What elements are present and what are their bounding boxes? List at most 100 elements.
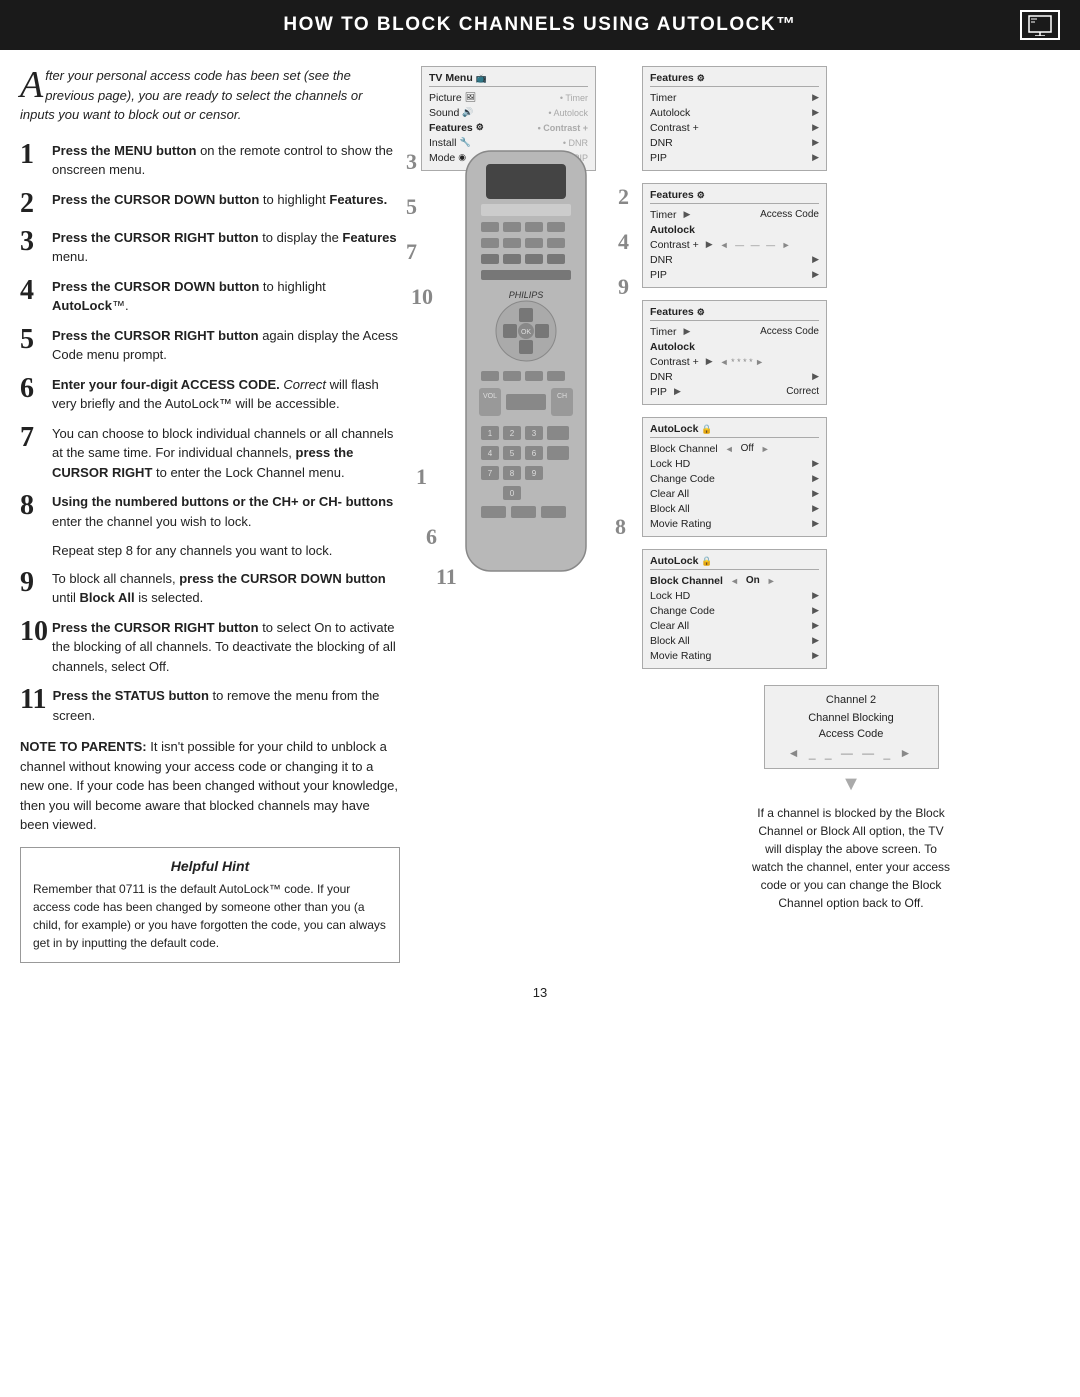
- step-text-8: Using the numbered buttons or the CH+ or…: [52, 492, 400, 531]
- clear-all-on: Clear All▶: [650, 618, 819, 633]
- features-screen-1: Features ⚙ Timer▶ Autolock▶ Contrast +▶ …: [642, 66, 1060, 171]
- step-overlay-5: 5: [406, 196, 417, 218]
- change-code-off: Change Code▶: [650, 471, 819, 486]
- svg-text:OK: OK: [521, 329, 531, 336]
- step-number-5: 5: [20, 326, 44, 354]
- tv-menu-title: TV Menu 📺: [429, 72, 588, 87]
- step-overlay-7: 7: [406, 241, 417, 263]
- step-2: 2 Press the CURSOR DOWN button to highli…: [20, 190, 400, 218]
- features-autolock-3: Autolock: [650, 339, 819, 354]
- change-code-on: Change Code▶: [650, 603, 819, 618]
- access-code-dots: ◄ _ _ — — _ ►: [777, 746, 926, 760]
- lock-hd-off: Lock HD▶: [650, 456, 819, 471]
- features-timer-2: Timer▶ Access Code: [650, 207, 819, 222]
- step-overlay-8: 8: [615, 516, 626, 538]
- step-4: 4 Press the CURSOR DOWN button to highli…: [20, 277, 400, 316]
- page-title: HOW TO BLOCK CHANNELS USING AUTOLOCK™: [60, 14, 1020, 36]
- autolock-on-box: AutoLock 🔒 Block Channel ◄ On ► Lock HD▶…: [642, 549, 827, 669]
- header-icon: [1020, 10, 1060, 40]
- step-6: 6 Enter your four-digit ACCESS CODE. Cor…: [20, 375, 400, 414]
- step-number-8: 8: [20, 492, 44, 520]
- step-8: 8 Using the numbered buttons or the CH+ …: [20, 492, 400, 531]
- svg-text:1: 1: [488, 429, 493, 438]
- svg-text:3: 3: [532, 429, 537, 438]
- features-screen-3: Features ⚙ Timer▶ Access Code Autolock C…: [642, 300, 1060, 405]
- step-overlay-2: 2: [618, 186, 629, 208]
- access-code-label: Access Code: [777, 728, 926, 740]
- step-number-1: 1: [20, 141, 44, 169]
- remote-control: PHILIPS OK: [451, 146, 601, 579]
- step-number-3: 3: [20, 228, 44, 256]
- page-header: HOW TO BLOCK CHANNELS USING AUTOLOCK™: [0, 0, 1080, 50]
- step-7: 7 You can choose to block individual cha…: [20, 424, 400, 483]
- drop-cap: A: [20, 66, 43, 104]
- step-10: 10 Press the CURSOR RIGHT button to sele…: [20, 618, 400, 677]
- svg-text:6: 6: [532, 449, 537, 458]
- features-box-3: Features ⚙ Timer▶ Access Code Autolock C…: [642, 300, 827, 405]
- features-contrast-1: Contrast +▶: [650, 120, 819, 135]
- right-column: Features ⚙ Timer▶ Autolock▶ Contrast +▶ …: [642, 66, 1060, 963]
- step-number-7: 7: [20, 424, 44, 452]
- step-overlay-11: 11: [436, 566, 457, 588]
- autolock-on-screen: AutoLock 🔒 Block Channel ◄ On ► Lock HD▶…: [642, 549, 1060, 669]
- step-9: 9 To block all channels, press the CURSO…: [20, 569, 400, 608]
- down-arrow: ▼: [841, 773, 861, 796]
- step-11: 11 Press the STATUS button to remove the…: [20, 686, 400, 725]
- svg-text:8: 8: [510, 469, 515, 478]
- left-column: A fter your personal access code has bee…: [20, 66, 400, 963]
- step-text-2: Press the CURSOR DOWN button to highligh…: [52, 190, 387, 210]
- step-number-2: 2: [20, 190, 44, 218]
- svg-text:7: 7: [488, 469, 493, 478]
- clear-all-off: Clear All▶: [650, 486, 819, 501]
- step-number-4: 4: [20, 277, 44, 305]
- features-contrast-2: Contrast +▶ ◄ — — — ►: [650, 237, 819, 252]
- features-pip-1: PIP▶: [650, 150, 819, 165]
- features-title-3: Features ⚙: [650, 306, 819, 321]
- block-all-on: Block All▶: [650, 633, 819, 648]
- step-text-9: To block all channels, press the CURSOR …: [52, 569, 400, 608]
- channel-blocking-area: Channel 2 Channel Blocking Access Code ◄…: [642, 685, 1060, 912]
- channel-2-label: Channel 2: [777, 694, 926, 706]
- steps-list: 1 Press the MENU button on the remote co…: [20, 141, 400, 726]
- step-overlay-6: 6: [426, 526, 437, 548]
- autolock-off-screen: AutoLock 🔒 Block Channel ◄ Off ► Lock HD…: [642, 417, 1060, 537]
- channel-block-screen: Channel 2 Channel Blocking Access Code ◄…: [764, 685, 939, 769]
- step-text-11: Press the STATUS button to remove the me…: [53, 686, 400, 725]
- repeat-note: Repeat step 8 for any channels you want …: [52, 541, 400, 561]
- svg-text:2: 2: [510, 429, 515, 438]
- features-timer-3: Timer▶ Access Code: [650, 324, 819, 339]
- caption-text: If a channel is blocked by the Block Cha…: [751, 804, 951, 912]
- step-text-7: You can choose to block individual chann…: [52, 424, 400, 483]
- svg-text:VOL: VOL: [483, 393, 497, 400]
- step-number-6: 6: [20, 375, 44, 403]
- step-5: 5 Press the CURSOR RIGHT button again di…: [20, 326, 400, 365]
- features-pip-3: PIP▶ Correct: [650, 384, 819, 399]
- step-text-5: Press the CURSOR RIGHT button again disp…: [52, 326, 400, 365]
- svg-text:4: 4: [488, 449, 493, 458]
- svg-text:PHILIPS: PHILIPS: [509, 290, 544, 300]
- block-all-off: Block All▶: [650, 501, 819, 516]
- step-text-4: Press the CURSOR DOWN button to highligh…: [52, 277, 400, 316]
- step-text-3: Press the CURSOR RIGHT button to display…: [52, 228, 400, 267]
- remote-column: TV Menu 📺 Picture 🖼 • Timer Sound 🔊 • Au…: [416, 66, 626, 963]
- autolock-off-box: AutoLock 🔒 Block Channel ◄ Off ► Lock HD…: [642, 417, 827, 537]
- block-channel-on: Block Channel ◄ On ►: [650, 573, 819, 588]
- svg-text:9: 9: [532, 469, 537, 478]
- features-box-1: Features ⚙ Timer▶ Autolock▶ Contrast +▶ …: [642, 66, 827, 171]
- step-number-10: 10: [20, 618, 44, 646]
- features-contrast-3: Contrast +▶ ◄ * * * * ►: [650, 354, 819, 369]
- movie-rating-on: Movie Rating▶: [650, 648, 819, 663]
- step-number-11: 11: [20, 686, 45, 714]
- channel-blocking-label: Channel Blocking: [777, 712, 926, 724]
- page-number: 13: [0, 977, 1080, 1008]
- step-text-6: Enter your four-digit ACCESS CODE. Corre…: [52, 375, 400, 414]
- menu-picture: Picture 🖼 • Timer: [429, 90, 588, 105]
- autolock-off-title: AutoLock 🔒: [650, 423, 819, 438]
- step-overlay-1: 1: [416, 466, 427, 488]
- note-to-parents: NOTE TO PARENTS: It isn't possible for y…: [20, 737, 400, 835]
- features-box-2: Features ⚙ Timer▶ Access Code Autolock C…: [642, 183, 827, 288]
- step-overlay-10: 10: [411, 286, 433, 308]
- lock-hd-on: Lock HD▶: [650, 588, 819, 603]
- features-dnr-1: DNR▶: [650, 135, 819, 150]
- features-title-1: Features ⚙: [650, 72, 819, 87]
